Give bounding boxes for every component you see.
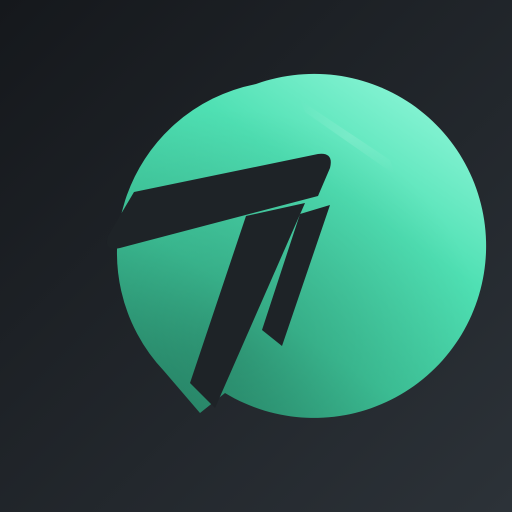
app-icon xyxy=(0,0,512,512)
stylized-7-speech-bubble-logo-icon xyxy=(106,73,487,418)
